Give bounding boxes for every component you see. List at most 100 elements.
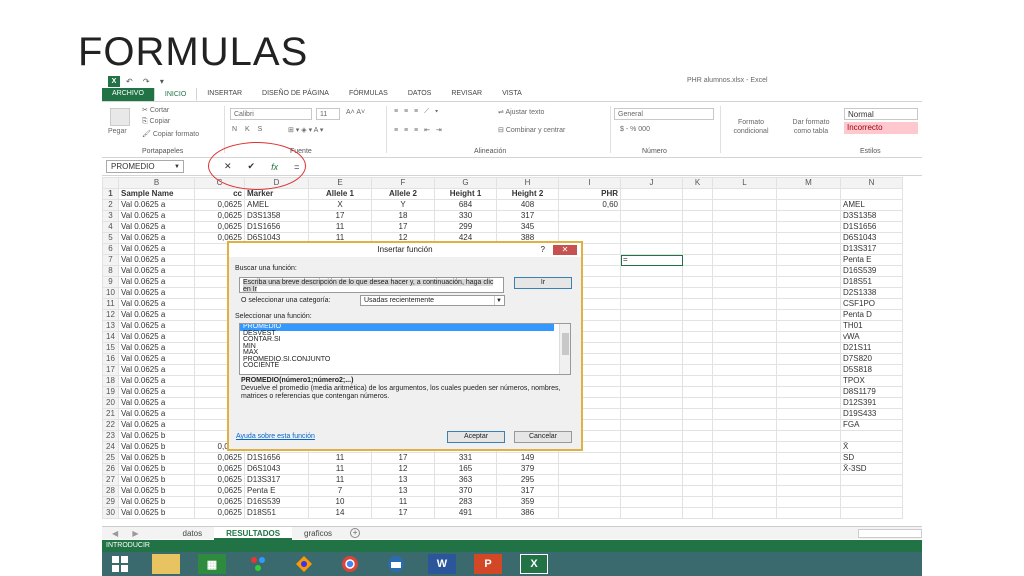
cell[interactable] — [620, 397, 683, 409]
cell[interactable]: D3S1358 — [244, 210, 309, 222]
cell[interactable]: 0,0625 — [194, 485, 245, 497]
column-header[interactable]: N — [840, 177, 903, 189]
cell[interactable] — [558, 452, 621, 464]
cell[interactable] — [682, 320, 713, 332]
cell[interactable]: TPOX — [840, 375, 903, 387]
cell[interactable] — [776, 397, 841, 409]
cell[interactable] — [776, 364, 841, 376]
cell[interactable] — [682, 298, 713, 310]
cell[interactable]: D13S317 — [840, 243, 903, 255]
tab-inicio[interactable]: INICIO — [153, 87, 198, 101]
cell[interactable]: Val 0.0625 b — [118, 485, 195, 497]
cell[interactable]: D18S51 — [840, 276, 903, 288]
format-painter-button[interactable]: 🖌 Copiar formato — [142, 130, 199, 138]
row-header[interactable]: 13 — [102, 320, 119, 332]
cell[interactable] — [620, 430, 683, 442]
cell[interactable] — [776, 353, 841, 365]
cell[interactable] — [620, 210, 683, 222]
cell[interactable]: 17 — [371, 452, 435, 464]
cell[interactable]: 0,0625 — [194, 210, 245, 222]
cell[interactable]: D6S1043 — [840, 232, 903, 244]
cell[interactable]: Val 0.0625 a — [118, 298, 195, 310]
cell[interactable]: Val 0.0625 a — [118, 265, 195, 277]
cell[interactable]: Marker — [244, 188, 309, 200]
cell[interactable] — [682, 232, 713, 244]
cell[interactable]: 345 — [496, 221, 559, 233]
style-normal[interactable]: Normal — [844, 108, 918, 120]
cell[interactable] — [776, 463, 841, 475]
games-icon[interactable] — [290, 554, 318, 574]
cell[interactable]: Height 2 — [496, 188, 559, 200]
cell[interactable]: Val 0.0625 b — [118, 430, 195, 442]
column-header[interactable]: I — [558, 177, 621, 189]
cell[interactable] — [682, 243, 713, 255]
row-header[interactable]: 18 — [102, 375, 119, 387]
cell[interactable] — [682, 364, 713, 376]
cell[interactable]: = — [620, 254, 683, 266]
cell[interactable]: 7 — [308, 485, 372, 497]
cell[interactable] — [620, 298, 683, 310]
cell[interactable]: 11 — [371, 496, 435, 508]
cell[interactable]: 0,0625 — [194, 474, 245, 486]
close-icon[interactable]: ✕ — [553, 245, 577, 255]
cell[interactable]: CSF1PO — [840, 298, 903, 310]
cell[interactable]: D13S317 — [244, 474, 309, 486]
bold-italic-underline-buttons[interactable]: N K S — [232, 126, 265, 133]
cell[interactable] — [558, 221, 621, 233]
column-header[interactable]: F — [371, 177, 435, 189]
cell[interactable] — [682, 342, 713, 354]
cell[interactable]: Val 0.0625 a — [118, 254, 195, 266]
cell[interactable] — [776, 342, 841, 354]
row-header[interactable]: 22 — [102, 419, 119, 431]
cell[interactable] — [712, 463, 777, 475]
cell[interactable]: D21S11 — [840, 342, 903, 354]
cell[interactable] — [776, 199, 841, 211]
tab-revisar[interactable]: REVISAR — [441, 87, 492, 101]
cell[interactable]: D16S539 — [840, 265, 903, 277]
grow-shrink-font-buttons[interactable]: A˄ A˅ — [346, 109, 365, 116]
cell[interactable]: 17 — [371, 507, 435, 519]
tab-sheet-datos[interactable]: datos — [171, 527, 215, 540]
tab-formulas[interactable]: FÓRMULAS — [339, 87, 398, 101]
cell[interactable] — [712, 474, 777, 486]
cell[interactable]: Val 0.0625 a — [118, 199, 195, 211]
row-header[interactable]: 25 — [102, 452, 119, 464]
cell[interactable]: 11 — [308, 452, 372, 464]
cell[interactable]: 10 — [308, 496, 372, 508]
cell[interactable] — [712, 342, 777, 354]
cell[interactable]: D1S1656 — [244, 221, 309, 233]
quick-access-toolbar[interactable]: ↶ ↷ ▾ — [126, 77, 168, 86]
row-header[interactable]: 10 — [102, 287, 119, 299]
cell[interactable] — [682, 199, 713, 211]
cell[interactable]: Val 0.0625 b — [118, 474, 195, 486]
cell[interactable]: Penta D — [840, 309, 903, 321]
cell[interactable]: D1S1656 — [840, 221, 903, 233]
add-sheet-icon[interactable]: + — [350, 528, 361, 538]
tab-insertar[interactable]: INSERTAR — [197, 87, 252, 101]
cell[interactable]: 165 — [434, 463, 497, 475]
cell[interactable] — [682, 265, 713, 277]
cell[interactable]: 12 — [371, 463, 435, 475]
cell[interactable]: Val 0.0625 b — [118, 441, 195, 453]
row-header[interactable]: 1 — [102, 188, 119, 200]
cell[interactable]: TH01 — [840, 320, 903, 332]
copy-button[interactable]: ⎘ Copiar — [142, 118, 170, 126]
cell[interactable]: Val 0.0625 a — [118, 210, 195, 222]
cell[interactable]: 0,0625 — [194, 496, 245, 508]
row-header[interactable]: 29 — [102, 496, 119, 508]
cell[interactable]: Val 0.0625 a — [118, 243, 195, 255]
conditional-format-button[interactable]: Formato condicional — [724, 118, 778, 136]
cell[interactable] — [620, 243, 683, 255]
cell[interactable]: X̄-3SD — [840, 463, 903, 475]
cell[interactable]: Val 0.0625 a — [118, 221, 195, 233]
cell[interactable]: 295 — [496, 474, 559, 486]
row-header[interactable]: 2 — [102, 199, 119, 211]
cell[interactable]: Val 0.0625 b — [118, 507, 195, 519]
cell[interactable] — [776, 254, 841, 266]
cell[interactable] — [776, 232, 841, 244]
cell[interactable] — [620, 485, 683, 497]
cell[interactable] — [776, 441, 841, 453]
horizontal-align-buttons[interactable]: ≡ ≡ ≡ ⇤ ⇥ — [394, 126, 444, 134]
cell[interactable]: 17 — [308, 210, 372, 222]
cell[interactable]: D2S1338 — [840, 287, 903, 299]
